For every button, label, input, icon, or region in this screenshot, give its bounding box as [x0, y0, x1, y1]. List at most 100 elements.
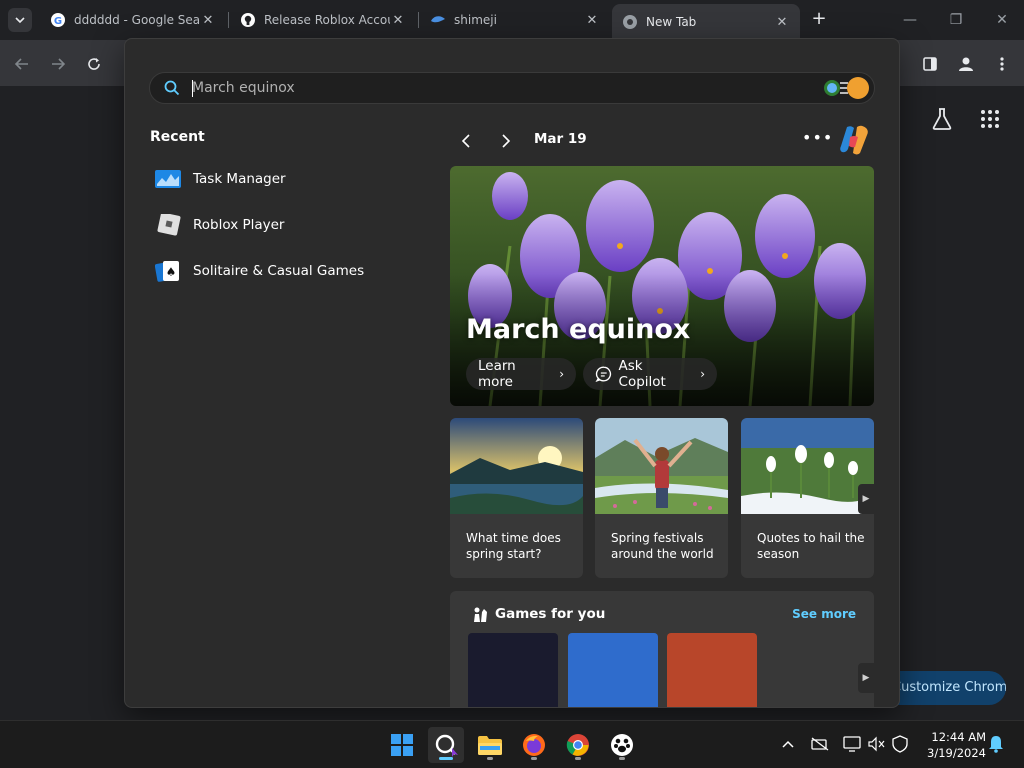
running-indicator — [439, 757, 453, 760]
card-spring-start[interactable]: What time does spring start? — [450, 418, 583, 578]
previous-day-button[interactable] — [452, 127, 480, 155]
back-icon[interactable] — [8, 50, 36, 78]
tab-shimeji[interactable]: shimeji ✕ — [420, 4, 610, 36]
tab-title: shimeji — [454, 13, 497, 27]
close-icon[interactable]: ✕ — [390, 13, 406, 28]
chrome-icon — [623, 15, 637, 29]
search-box[interactable] — [149, 72, 875, 104]
highlights-header: Mar 19 ••• — [450, 125, 876, 157]
ask-copilot-button[interactable]: Ask Copilot › — [583, 358, 717, 390]
triangle-right-icon: ▶ — [862, 494, 870, 504]
search-icon — [435, 734, 458, 757]
running-indicator — [531, 757, 537, 760]
apps-grid-icon[interactable] — [980, 109, 1000, 134]
bing-copilot-icon[interactable] — [822, 76, 870, 100]
security-shield-icon[interactable] — [890, 734, 910, 754]
notification-bell-icon[interactable] — [986, 734, 1006, 754]
network-disconnected-icon[interactable] — [810, 734, 830, 754]
game-tile[interactable] — [568, 633, 658, 707]
taskbar-app-paw[interactable] — [604, 727, 640, 763]
game-tile[interactable] — [667, 633, 757, 707]
close-icon[interactable]: ✕ — [200, 13, 216, 28]
recent-item-solitaire[interactable]: ♠ Solitaire & Casual Games — [155, 253, 395, 289]
svg-text:♠: ♠ — [166, 265, 177, 279]
learn-more-button[interactable]: Learn more › — [466, 358, 576, 390]
taskbar-file-explorer[interactable] — [472, 727, 508, 763]
ask-copilot-label: Ask Copilot — [618, 358, 666, 390]
side-panel-icon[interactable] — [916, 50, 944, 78]
games-for-you-section: Games for you See more — [450, 591, 874, 707]
clock-date: 3/19/2024 — [927, 746, 986, 760]
card-spring-festivals[interactable]: Spring festivals around the world — [595, 418, 728, 578]
chess-piece-icon — [474, 607, 487, 622]
running-indicator — [575, 757, 581, 760]
more-options-icon[interactable]: ••• — [802, 127, 832, 155]
tab-new-tab[interactable]: New Tab ✕ — [612, 4, 800, 40]
game-tile[interactable] — [468, 633, 558, 707]
recent-item-label: Solitaire & Casual Games — [193, 263, 365, 279]
tab-google-search[interactable]: G dddddd - Google Search ✕ — [40, 4, 226, 36]
restore-icon[interactable]: ❐ — [942, 8, 970, 32]
highlight-date: Mar 19 — [534, 131, 587, 147]
card-text: Spring festivals around the world — [611, 531, 714, 561]
reload-icon[interactable] — [80, 50, 108, 78]
triangle-right-icon: ▶ — [862, 673, 870, 683]
learn-more-label: Learn more — [478, 358, 516, 390]
chevron-right-icon — [502, 134, 511, 148]
running-indicator — [619, 757, 625, 760]
cards-next-button[interactable]: ▶ — [858, 484, 874, 514]
chevron-right-icon: › — [700, 367, 705, 381]
hero-title: March equinox — [466, 314, 691, 345]
recent-item-label: Task Manager — [193, 171, 286, 187]
card-text: Quotes to hail the season — [757, 531, 865, 561]
windows-search-flyout: Recent Task Manager Roblox Player ♠ Soli… — [124, 38, 900, 708]
volume-muted-icon[interactable] — [866, 734, 886, 754]
search-icon — [164, 80, 180, 96]
copilot-logo-icon[interactable] — [838, 123, 872, 157]
task-manager-icon — [155, 170, 181, 188]
tab-separator — [418, 12, 419, 28]
window-close-icon[interactable]: ✕ — [988, 8, 1016, 32]
hero-card-march-equinox[interactable]: March equinox Learn more › Ask Copilot › — [450, 166, 874, 406]
menu-dots-icon[interactable] — [988, 50, 1016, 78]
tab-search-button[interactable] — [8, 8, 32, 32]
games-next-button[interactable]: ▶ — [858, 663, 874, 693]
search-input[interactable] — [190, 76, 790, 100]
system-clock[interactable]: 12:44 AM 3/19/2024 — [920, 729, 986, 761]
see-more-link[interactable]: See more — [792, 607, 856, 621]
running-indicator — [487, 757, 493, 760]
taskbar-chrome[interactable] — [560, 727, 596, 763]
recent-item-label: Roblox Player — [193, 217, 285, 233]
shimeji-icon — [431, 16, 445, 23]
labs-flask-icon[interactable] — [931, 107, 953, 136]
tab-title: New Tab — [646, 15, 697, 29]
recent-item-task-manager[interactable]: Task Manager — [155, 161, 395, 197]
chevron-left-icon — [461, 134, 470, 148]
tray-overflow-chevron-icon[interactable] — [778, 734, 798, 754]
taskbar-search-button[interactable] — [428, 727, 464, 763]
recent-heading: Recent — [150, 129, 205, 145]
card-text: What time does spring start? — [466, 531, 561, 561]
recent-item-roblox-player[interactable]: Roblox Player — [155, 207, 395, 243]
next-day-button[interactable] — [492, 127, 520, 155]
close-icon[interactable]: ✕ — [774, 15, 790, 30]
firefox-icon — [523, 734, 545, 756]
taskbar-start-button[interactable] — [384, 727, 420, 763]
chevron-right-icon: › — [559, 367, 564, 381]
forward-icon[interactable] — [44, 50, 72, 78]
taskbar-firefox[interactable] — [516, 727, 552, 763]
close-icon[interactable]: ✕ — [584, 13, 600, 28]
folder-icon — [478, 736, 502, 755]
card-spring-quotes[interactable]: Quotes to hail the season — [741, 418, 874, 578]
windows-taskbar: 12:44 AM 3/19/2024 — [0, 720, 1024, 768]
solitaire-icon: ♠ — [155, 261, 179, 282]
roblox-icon — [157, 214, 181, 236]
minimize-icon[interactable]: — — [896, 8, 924, 32]
tab-github[interactable]: Release Roblox Account ✕ — [230, 4, 416, 36]
profile-icon[interactable] — [952, 50, 980, 78]
new-tab-button[interactable]: + — [808, 8, 830, 30]
tab-title: dddddd - Google Search — [74, 13, 200, 27]
tab-title: Release Roblox Account — [264, 13, 390, 27]
display-icon[interactable] — [842, 734, 862, 754]
google-icon: G — [51, 13, 65, 27]
